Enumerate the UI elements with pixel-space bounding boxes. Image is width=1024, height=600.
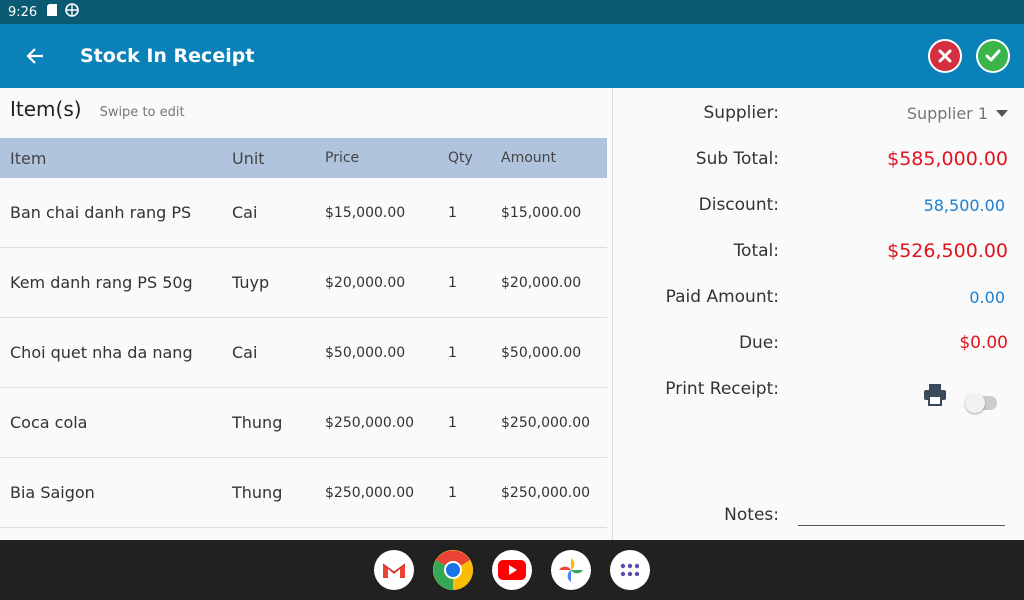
discount-label: Discount: xyxy=(698,195,779,215)
youtube-icon[interactable] xyxy=(492,550,532,590)
paid-amount-field[interactable]: 0.00 xyxy=(969,288,1005,307)
column-header-qty: Qty xyxy=(448,150,473,166)
total-label: Total: xyxy=(733,241,779,261)
row-amount: $15,000.00 xyxy=(501,204,582,221)
discount-field[interactable]: 58,500.00 xyxy=(924,196,1005,215)
status-time: 9:26 xyxy=(8,4,38,20)
table-row[interactable]: Kem danh rang PS 50g Tuyp $20,000.00 1 $… xyxy=(0,248,607,318)
row-price: $50,000.00 xyxy=(325,344,406,361)
row-unit: Cai xyxy=(232,203,258,222)
row-qty: 1 xyxy=(448,344,457,361)
subtotal-row: Sub Total: $585,000.00 xyxy=(614,144,1024,174)
print-receipt-label: Print Receipt: xyxy=(665,379,779,399)
column-header-item: Item xyxy=(10,148,47,168)
row-item: Coca cola xyxy=(10,413,88,432)
row-qty: 1 xyxy=(448,204,457,221)
table-row[interactable]: Bia Saigon Thung $250,000.00 1 $250,000.… xyxy=(0,458,607,528)
row-unit: Cai xyxy=(232,343,258,362)
notes-input[interactable] xyxy=(798,502,1005,526)
items-table: Item Unit Price Qty Amount Ban chai danh… xyxy=(0,138,607,528)
app-drawer-icon[interactable] xyxy=(610,550,650,590)
subtotal-value: $585,000.00 xyxy=(887,148,1008,170)
table-row[interactable]: Coca cola Thung $250,000.00 1 $250,000.0… xyxy=(0,388,607,458)
close-icon xyxy=(938,49,952,63)
row-item: Ban chai danh rang PS xyxy=(10,203,192,222)
total-row: Total: $526,500.00 xyxy=(614,236,1024,266)
supplier-row: Supplier: Supplier 1 xyxy=(614,98,1024,128)
paid-row: Paid Amount: 0.00 xyxy=(614,282,1024,312)
items-title: Item(s) xyxy=(10,97,82,121)
vpn-globe-icon xyxy=(65,3,80,21)
paid-amount-label: Paid Amount: xyxy=(665,287,779,307)
app-bar: Stock In Receipt xyxy=(0,24,1024,88)
supplier-value: Supplier 1 xyxy=(906,103,988,123)
column-header-unit: Unit xyxy=(232,148,265,168)
row-amount: $50,000.00 xyxy=(501,344,582,361)
notes-label: Notes: xyxy=(724,505,779,525)
sd-card-icon xyxy=(47,4,58,20)
subtotal-label: Sub Total: xyxy=(695,149,779,169)
swipe-hint: Swipe to edit xyxy=(99,105,185,120)
supplier-select[interactable]: Supplier 1 xyxy=(907,104,1008,123)
row-price: $20,000.00 xyxy=(325,274,406,291)
due-value: $0.00 xyxy=(959,333,1008,353)
column-header-price: Price xyxy=(325,150,360,166)
row-item: Bia Saigon xyxy=(10,483,95,502)
print-receipt-toggle[interactable] xyxy=(965,393,997,413)
row-qty: 1 xyxy=(448,414,457,431)
total-value: $526,500.00 xyxy=(887,240,1008,262)
chrome-icon[interactable] xyxy=(433,550,473,590)
table-row[interactable]: Choi quet nha da nang Cai $50,000.00 1 $… xyxy=(0,318,607,388)
dropdown-arrow-icon xyxy=(996,109,1008,117)
column-header-amount: Amount xyxy=(501,150,557,166)
arrow-back-icon xyxy=(26,48,43,64)
row-item: Choi quet nha da nang xyxy=(10,343,193,362)
supplier-label: Supplier: xyxy=(703,103,779,123)
printer-icon[interactable] xyxy=(923,384,947,410)
app-dock xyxy=(0,540,1024,600)
items-panel: Item(s) Swipe to edit Item Unit Price Qt… xyxy=(0,88,613,540)
items-header: Item(s) Swipe to edit xyxy=(0,88,612,138)
discount-row: Discount: 58,500.00 xyxy=(614,190,1024,220)
row-qty: 1 xyxy=(448,274,457,291)
photos-icon[interactable] xyxy=(551,550,591,590)
check-icon xyxy=(985,49,1001,62)
page-title: Stock In Receipt xyxy=(80,45,255,67)
row-amount: $250,000.00 xyxy=(501,484,591,501)
row-price: $250,000.00 xyxy=(325,484,415,501)
row-unit: Thung xyxy=(232,483,283,502)
confirm-button[interactable] xyxy=(976,39,1010,73)
gmail-icon[interactable] xyxy=(374,550,414,590)
notes-row: Notes: xyxy=(614,500,1024,530)
due-label: Due: xyxy=(738,333,779,353)
toggle-knob xyxy=(965,393,985,413)
due-row: Due: $0.00 xyxy=(614,328,1024,358)
row-amount: $20,000.00 xyxy=(501,274,582,291)
row-unit: Tuyp xyxy=(232,273,270,292)
row-unit: Thung xyxy=(232,413,283,432)
table-row[interactable]: Ban chai danh rang PS Cai $15,000.00 1 $… xyxy=(0,178,607,248)
row-qty: 1 xyxy=(448,484,457,501)
table-header: Item Unit Price Qty Amount xyxy=(0,138,607,178)
row-price: $250,000.00 xyxy=(325,414,415,431)
back-button[interactable] xyxy=(0,24,70,88)
row-price: $15,000.00 xyxy=(325,204,406,221)
cancel-button[interactable] xyxy=(928,39,962,73)
status-bar: 9:26 xyxy=(0,0,1024,540)
row-item: Kem danh rang PS 50g xyxy=(10,273,193,292)
row-amount: $250,000.00 xyxy=(501,414,591,431)
print-receipt-row: Print Receipt: xyxy=(614,374,1024,413)
summary-panel: Supplier: Supplier 1 Sub Total: $585,000… xyxy=(614,88,1024,540)
